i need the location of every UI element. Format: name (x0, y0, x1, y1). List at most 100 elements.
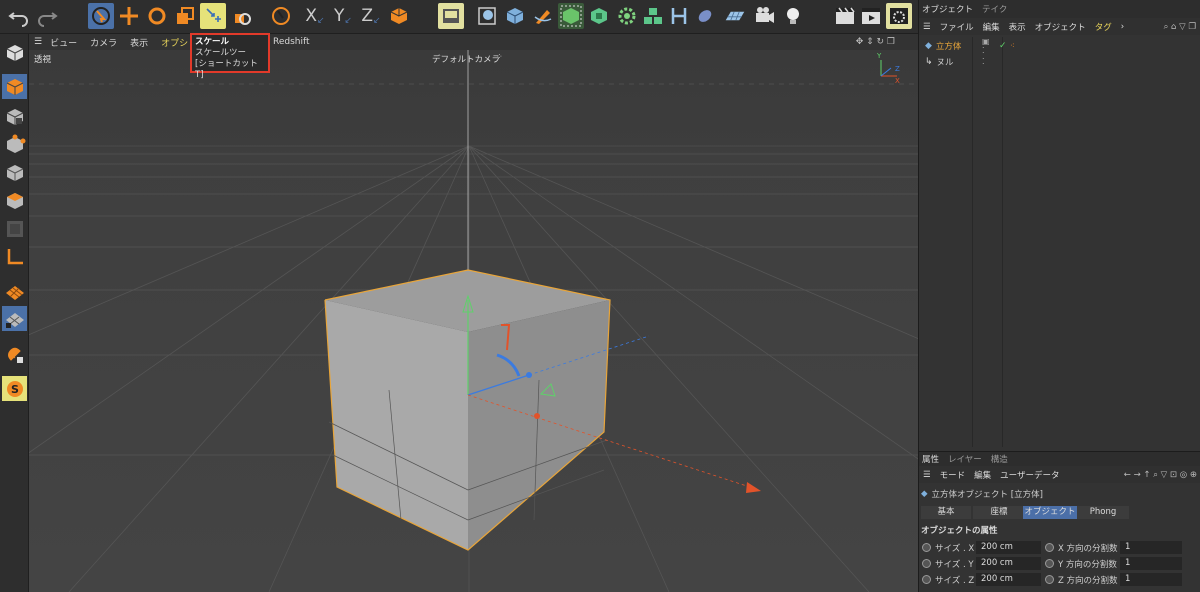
menu-user-data[interactable]: ユーザーデータ (1000, 469, 1059, 481)
left-toolbar: S (0, 34, 29, 592)
svg-text:S: S (11, 383, 19, 396)
live-select-icon[interactable] (228, 3, 254, 29)
uv-mode-icon[interactable] (2, 216, 27, 241)
segments-z-field[interactable]: 1 (1120, 573, 1182, 586)
rotate-icon[interactable] (144, 3, 170, 29)
attribute-menu-handle[interactable]: ☰ (923, 470, 931, 480)
size-z-row: サイズ . Z 200 cm Z 方向の分割数 1 (919, 572, 1200, 587)
tab-layers[interactable]: レイヤー (948, 453, 982, 465)
point-mode-icon[interactable] (2, 132, 27, 157)
deformer-icon[interactable] (666, 3, 692, 29)
viewport-menu-handle[interactable]: ☰ (34, 37, 42, 47)
menu-more-icon[interactable]: › (1121, 22, 1124, 32)
render-view-icon[interactable] (438, 3, 464, 29)
animate-radio[interactable] (1045, 559, 1054, 568)
animate-radio[interactable] (1045, 575, 1054, 584)
tab-objects[interactable]: オブジェクト (922, 3, 973, 15)
move-icon[interactable] (116, 3, 142, 29)
magnet-icon[interactable] (2, 342, 27, 367)
menu-redshift[interactable]: Redshift (273, 37, 310, 47)
visibility-dots-icon[interactable]: ▣ ⁚ (982, 37, 990, 55)
light-icon[interactable] (780, 3, 806, 29)
object-search-icons[interactable]: ⌕ ⌂ ▽ ❐ (1164, 22, 1196, 32)
x-axis-icon[interactable]: X ↙ (302, 3, 328, 29)
menu-tag[interactable]: タグ (1095, 21, 1112, 33)
size-z-field[interactable]: 200 cm (976, 573, 1041, 586)
object-manager-menu: ☰ ファイル 編集 表示 オブジェクト タグ › ⌕ ⌂ ▽ ❐ (919, 18, 1200, 35)
menu-view[interactable]: ビュー (50, 36, 77, 49)
object-row-cube[interactable]: ◆ 立方体 ▣ ⁚ ✓ ⁖ (925, 37, 1015, 55)
menu-file[interactable]: ファイル (940, 21, 974, 33)
object-menu-handle[interactable]: ☰ (923, 22, 931, 32)
solo-icon[interactable]: S (2, 376, 27, 401)
tab-attributes[interactable]: 属性 (922, 453, 939, 465)
field-icon[interactable] (692, 3, 718, 29)
visibility-dots-icon[interactable]: ⁚ (982, 57, 985, 66)
menu-edit[interactable]: 編集 (974, 469, 991, 481)
coordinate-icon[interactable] (386, 3, 412, 29)
floor-icon[interactable] (720, 3, 750, 29)
subtab-object[interactable]: オブジェクト (1023, 506, 1077, 519)
subtab-phong[interactable]: Phong (1077, 506, 1129, 519)
size-y-field[interactable]: 200 cm (976, 557, 1041, 570)
menu-display[interactable]: 表示 (1009, 21, 1026, 33)
subdivision-icon[interactable] (558, 3, 584, 29)
render-icon[interactable] (858, 3, 884, 29)
extrude-icon[interactable] (586, 3, 612, 29)
object-row-null[interactable]: ↳ ヌル ⁚ (925, 54, 985, 69)
undo-icon[interactable] (6, 3, 32, 29)
attribute-nav-icons[interactable]: ← → ↑ ⌕ ▽ ⊡ ◎ ⊕ (1124, 470, 1197, 480)
animate-radio[interactable] (922, 575, 931, 584)
cube-icon: ◆ (925, 40, 932, 51)
segments-x-field[interactable]: 1 (1120, 541, 1182, 554)
segments-y-field[interactable]: 1 (1120, 557, 1182, 570)
object-name[interactable]: 立方体 (936, 40, 962, 52)
cube-icon: ◆ (921, 489, 928, 499)
tab-takes[interactable]: テイク (982, 3, 1007, 15)
animate-radio[interactable] (1045, 543, 1054, 552)
workplane-icon[interactable] (2, 280, 27, 305)
animate-radio[interactable] (922, 543, 931, 552)
cloner-icon[interactable] (614, 3, 640, 29)
redo-icon[interactable] (34, 3, 60, 29)
object-name[interactable]: ヌル (937, 56, 954, 68)
menu-mode[interactable]: モード (940, 469, 966, 481)
tab-structure[interactable]: 構造 (991, 453, 1008, 465)
attribute-tabs: 属性 レイヤー 構造 (919, 452, 1200, 466)
render-active-icon[interactable] (474, 3, 500, 29)
pen-icon[interactable] (530, 3, 556, 29)
make-editable-icon[interactable] (2, 40, 27, 65)
check-icon[interactable]: ✓ (999, 41, 1007, 51)
edge-mode-icon[interactable] (2, 160, 27, 185)
camera-icon[interactable] (752, 3, 778, 29)
render-settings-icon[interactable] (886, 3, 912, 29)
snap-grid-icon[interactable] (2, 306, 27, 331)
axis-mode-icon[interactable] (2, 244, 27, 269)
subtab-basic[interactable]: 基本 (921, 506, 971, 519)
scale-tool-icon[interactable] (200, 3, 226, 29)
menu-display[interactable]: 表示 (130, 36, 148, 49)
object-manager-tabs: オブジェクト テイク (919, 0, 1200, 18)
z-axis-icon[interactable]: Z ↙ (358, 3, 384, 29)
camera-label[interactable]: デフォルトカメラ (432, 53, 500, 65)
menu-edit[interactable]: 編集 (983, 21, 1000, 33)
viewport[interactable]: 透視 デフォルトカメラ ⁘ Y Z X (29, 50, 918, 592)
animate-radio[interactable] (922, 559, 931, 568)
tag-icon[interactable]: ⁖ (1010, 41, 1015, 50)
mograph-icon[interactable] (640, 3, 666, 29)
size-x-field[interactable]: 200 cm (976, 541, 1041, 554)
subtab-coord[interactable]: 座標 (973, 506, 1025, 519)
select-icon[interactable] (88, 3, 114, 29)
polygon-mode-icon[interactable] (2, 188, 27, 213)
texture-mode-icon[interactable] (2, 104, 27, 129)
null-icon: ↳ (925, 56, 933, 67)
transform-icon[interactable] (268, 3, 294, 29)
menu-object[interactable]: オブジェクト (1035, 21, 1086, 33)
model-mode-icon[interactable] (2, 74, 27, 99)
cube-icon[interactable] (502, 3, 528, 29)
render-region-icon[interactable] (832, 3, 858, 29)
y-axis-icon[interactable]: Y ↙ (330, 3, 356, 29)
viewport-nav-icons[interactable]: ✥ ⇕ ↻ ❐ (856, 37, 895, 47)
menu-camera[interactable]: カメラ (90, 36, 117, 49)
scale-icon[interactable] (172, 3, 198, 29)
